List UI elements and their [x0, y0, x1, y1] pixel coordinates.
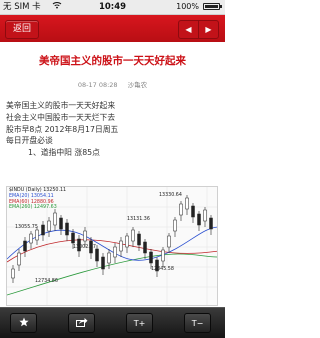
chart-value-label: 13131.36 [127, 217, 150, 222]
chart-value-label: 13002.77 [73, 245, 96, 250]
next-article-button[interactable]: ▶ [199, 21, 218, 38]
battery-percent: 100% [176, 2, 199, 11]
font-increase-button[interactable]: T+ [126, 313, 153, 333]
font-decrease-button[interactable]: T− [184, 313, 211, 333]
status-bar: 无 SIM 卡 10:49 100% [0, 0, 225, 15]
triangle-left-icon: ◀ [185, 25, 192, 34]
star-icon [18, 317, 29, 328]
bottom-toolbar: T+ T− [0, 307, 225, 338]
chart-legend: $INDU (Daily) 13250.11 EMA(20) 13054.11 … [9, 188, 66, 211]
chart-value-label: 12845.58 [151, 267, 174, 272]
chart-value-label: 12734.86 [35, 279, 58, 284]
article-author: 沙亀农 [127, 81, 148, 89]
article-pager: ◀ ▶ [178, 20, 219, 39]
favorite-button[interactable] [10, 313, 37, 333]
back-button[interactable]: 返回 [5, 20, 39, 39]
triangle-right-icon: ▶ [205, 25, 212, 34]
previous-article-button[interactable]: ◀ [179, 21, 199, 38]
article-body: 美帝国主义的股市一天天好起来 社会主义中国股市一天天烂下去 股市早8点 2012… [6, 100, 221, 159]
body-line: 1、道指中阳 涨85点 [28, 148, 100, 158]
legend-entry: EMA(260) 12497.63 [9, 205, 57, 211]
stock-chart-image: $INDU (Daily) 13250.11 EMA(20) 13054.11 … [6, 186, 218, 306]
chart-value-label: 13055.75 [15, 225, 38, 230]
body-line: 每日开盘必谈 [6, 136, 53, 146]
body-line: 股市早8点 2012年8月17日周五 [6, 124, 119, 134]
article-date: 08-17 08:28 [77, 81, 118, 89]
body-line: 社会主义中国股市一天天烂下去 [6, 112, 116, 122]
body-line: 美帝国主义的股市一天天好起来 [6, 101, 116, 110]
article-title: 美帝国主义的股市一天天好起来 [39, 55, 186, 67]
chart-value-label: 13330.64 [159, 193, 182, 198]
battery-icon [203, 3, 222, 10]
article-meta: 08-17 08:28 沙亀农 [0, 79, 225, 89]
legend-entry: $INDU (Daily) 13250.11 [9, 188, 67, 193]
nav-bar: 返回 ◀ ▶ [0, 15, 225, 42]
share-button[interactable] [68, 313, 95, 333]
share-icon [75, 318, 88, 328]
